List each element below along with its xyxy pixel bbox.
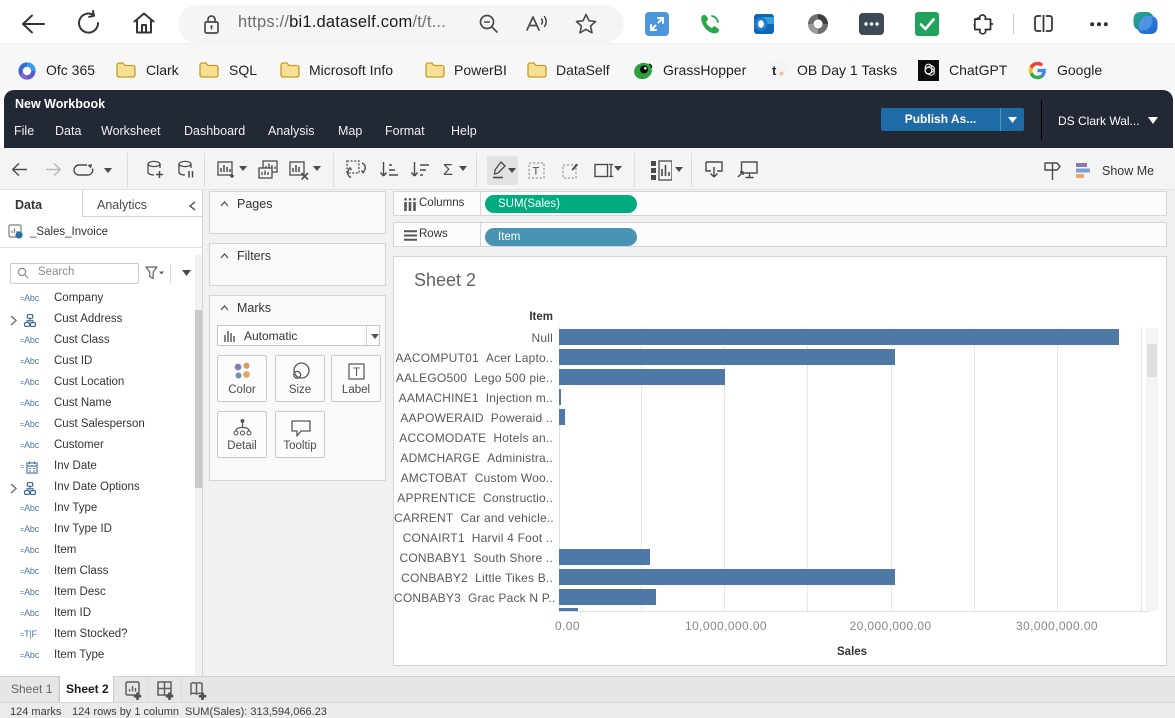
svg-text:Σ: Σ xyxy=(443,162,453,178)
svg-text:T: T xyxy=(533,166,540,178)
svg-text:T: T xyxy=(353,367,360,379)
svg-text:t: t xyxy=(772,63,777,78)
